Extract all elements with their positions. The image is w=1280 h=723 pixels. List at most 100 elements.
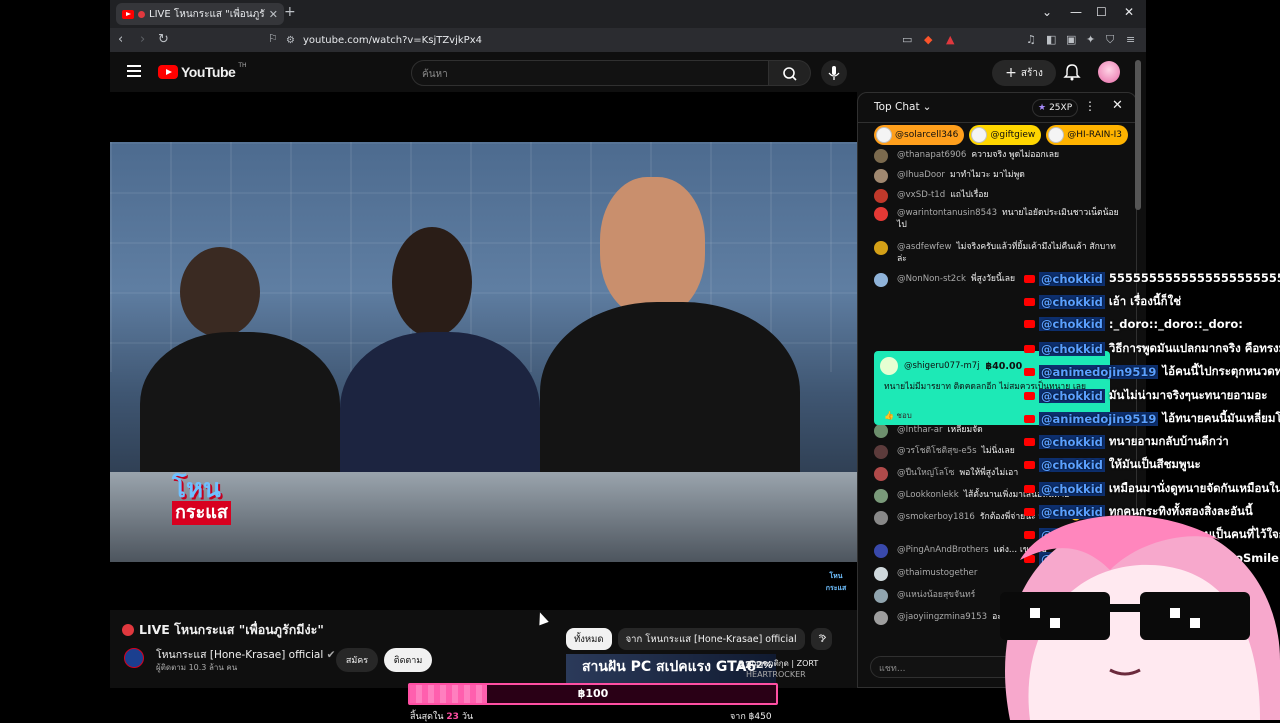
super-chat-avatar[interactable] xyxy=(880,357,898,375)
chat-author[interactable]: @Lookkonlekk xyxy=(897,490,959,500)
super-chat-like[interactable]: 👍 ชอบ xyxy=(884,409,912,422)
chat-avatar[interactable] xyxy=(874,189,888,203)
page-scrollbar[interactable] xyxy=(1135,60,1141,210)
youtube-logo[interactable]: YouTube TH xyxy=(158,62,247,80)
super-chat-ticker[interactable]: @giftgiew xyxy=(969,125,1042,145)
chat-avatar[interactable] xyxy=(874,207,888,221)
tab-title: LIVE โหนกระแส "เพื่อนภูรักมีง่ะ" xyxy=(149,8,265,20)
donation-goal-bar: ฿100 xyxy=(408,683,778,705)
back-icon[interactable]: ‹ xyxy=(118,32,123,47)
chat-author[interactable]: @NonNon-st2ck xyxy=(897,274,966,284)
chat-author[interactable]: @ปืนใหญ่โลโซ xyxy=(897,468,954,478)
media-icon[interactable]: ♫ xyxy=(1026,33,1036,46)
tab-youtube-live[interactable]: LIVE โหนกระแส "เพื่อนภูรักมีง่ะ" ✕ xyxy=(116,3,284,25)
chat-avatar[interactable] xyxy=(874,611,888,625)
super-chat-ticker[interactable]: @HI-RAIN-I3 xyxy=(1046,125,1128,145)
close-window-icon[interactable]: ✕ xyxy=(1124,5,1134,19)
menu-icon[interactable]: ≡ xyxy=(1126,33,1135,46)
cast-icon[interactable]: ▭ xyxy=(902,33,912,46)
xp-badge[interactable]: ★ 25XP xyxy=(1032,99,1079,117)
minimize-icon[interactable]: — xyxy=(1070,5,1082,19)
chat-avatar[interactable] xyxy=(874,567,888,581)
join-button[interactable]: สมัคร xyxy=(336,648,378,672)
brave-shield-icon[interactable]: ◆ xyxy=(924,33,932,46)
search-input[interactable]: ค้นหา xyxy=(411,60,769,86)
overlay-user: @animedojin9519 xyxy=(1039,411,1159,426)
reload-icon[interactable]: ↻ xyxy=(158,32,169,47)
chat-avatar[interactable] xyxy=(874,149,888,163)
donation-ends-days: 23 xyxy=(446,712,459,722)
chat-avatar[interactable] xyxy=(874,241,888,255)
chat-author[interactable]: @thaimustogether xyxy=(897,568,977,578)
channel-name-text: โหนกระแส [Hone-Krasae] official xyxy=(156,649,324,661)
chat-avatar[interactable] xyxy=(874,544,888,558)
chat-author[interactable]: @asdfewfew xyxy=(897,242,951,252)
chat-avatar[interactable] xyxy=(874,511,888,525)
url-field[interactable]: ⚙ youtube.com/watch?v=KsjTZvjkPx4 xyxy=(286,31,886,49)
voice-search-button[interactable] xyxy=(821,60,847,86)
chat-author[interactable]: @jaoyiingzmina9153 xyxy=(897,612,987,622)
chat-author[interactable]: @thanapat6906 xyxy=(897,150,966,160)
chat-message[interactable]: @vxSD-t1d แถไปเรื่อย xyxy=(874,189,1124,203)
youtube-small-icon xyxy=(1024,391,1035,400)
chip-from-channel[interactable]: จาก โหนกระแส [Hone-Krasae] official xyxy=(617,628,805,650)
chat-avatar[interactable] xyxy=(874,589,888,603)
search-button[interactable] xyxy=(769,60,811,86)
maximize-icon[interactable]: ☐ xyxy=(1096,5,1107,19)
chat-avatar[interactable] xyxy=(874,445,888,459)
tab-close-icon[interactable]: ✕ xyxy=(269,8,278,21)
chat-avatar[interactable] xyxy=(874,489,888,503)
chat-avatar[interactable] xyxy=(874,467,888,481)
notifications-bell-icon[interactable] xyxy=(1062,62,1082,82)
chat-author[interactable]: @แหน่งน้อยสุขจันทร์ xyxy=(897,590,975,600)
create-button[interactable]: + สร้าง xyxy=(992,60,1056,86)
forward-icon[interactable]: › xyxy=(140,32,145,47)
video-title: LIVE โหนกระแส "เพื่อนภูรักมีง่ะ" xyxy=(122,620,324,640)
close-chat-icon[interactable]: ✕ xyxy=(1112,98,1123,113)
top-chat-dropdown[interactable]: Top Chat ⌄ xyxy=(874,101,931,113)
chat-message[interactable]: @IhuaDoor มาทำไมวะ มาไม่พูด xyxy=(874,169,1124,183)
recommended-sub: HEARTROCKER xyxy=(746,670,806,679)
super-chat-author[interactable]: @shigeru077-m7j xyxy=(904,361,980,371)
ai-icon[interactable]: ✦ xyxy=(1086,33,1095,46)
chat-author[interactable]: @vxSD-t1d xyxy=(897,190,945,200)
overlay-user: @chokkid xyxy=(1039,272,1105,286)
chat-text: ไม่นิ่งเลย xyxy=(981,446,1015,456)
subscribe-button[interactable]: ติดตาม xyxy=(384,648,432,672)
new-tab-icon[interactable]: + xyxy=(284,4,296,20)
wallet-icon[interactable]: ▣ xyxy=(1066,33,1076,46)
chat-message[interactable]: @warintontanusin8543 ทนายไอยัดประเมินชาวเ… xyxy=(874,207,1124,231)
chat-text: ความจริง พูดไม่ออกเลย xyxy=(971,150,1060,160)
donation-from: จาก ฿450 xyxy=(730,712,772,722)
video-player[interactable]: โหน กระแส โหน กระแส xyxy=(110,92,857,610)
chat-avatar[interactable] xyxy=(874,424,888,438)
hamburger-menu-icon[interactable] xyxy=(127,65,141,77)
sidebar-icon[interactable]: ◧ xyxy=(1046,33,1056,46)
account-avatar[interactable] xyxy=(1098,61,1120,83)
chat-message[interactable]: @asdfewfew ไม่จริงครับแล้วที่ยิ้มเค้ามึงไ… xyxy=(874,241,1124,265)
rewards-icon[interactable]: ▲ xyxy=(946,33,954,46)
chat-author[interactable]: @PingAnAndBrothers xyxy=(897,545,989,555)
channel-avatar[interactable] xyxy=(124,648,144,668)
chat-author[interactable]: @IhuaDoor xyxy=(897,170,945,180)
chat-avatar[interactable] xyxy=(874,169,888,183)
vpn-icon[interactable]: ⛉ xyxy=(1106,33,1114,47)
tab-list-chevron-icon[interactable]: ⌄ xyxy=(1042,5,1052,19)
super-chat-ticker[interactable]: @solarcell346 xyxy=(874,125,965,145)
chat-author[interactable]: @warintontanusin8543 xyxy=(897,208,997,218)
chips-next-icon[interactable]: › xyxy=(822,630,827,644)
overlay-chat-line: @chokkid 5555555555555555555555 เ xyxy=(1024,270,1280,288)
chat-author[interactable]: @Inthar-ar xyxy=(897,425,943,435)
subscriber-count: ผู้ติดตาม 10.3 ล้าน คน xyxy=(156,663,238,672)
video-frame[interactable]: โหน กระแส xyxy=(110,142,857,562)
bookmark-icon[interactable]: ⚐ xyxy=(268,32,278,45)
chat-author[interactable]: @วรโชติโชติสุข-e5s xyxy=(897,446,977,456)
more-options-icon[interactable]: ⋮ xyxy=(1084,99,1096,113)
chat-message[interactable]: @thanapat6906 ความจริง พูดไม่ออกเลย xyxy=(874,149,1124,163)
chat-avatar[interactable] xyxy=(874,273,888,287)
overlay-message: เหมือนมานั่งดูทนายจัดกันเหมือนใน xyxy=(1108,480,1280,495)
chat-author[interactable]: @smokerboy1816 xyxy=(897,512,975,522)
site-info-icon[interactable]: ⚙ xyxy=(286,35,295,46)
tab-bar: LIVE โหนกระแส "เพื่อนภูรักมีง่ะ" ✕ + ⌄ —… xyxy=(110,0,1146,28)
chip-all[interactable]: ทั้งหมด xyxy=(566,628,612,650)
